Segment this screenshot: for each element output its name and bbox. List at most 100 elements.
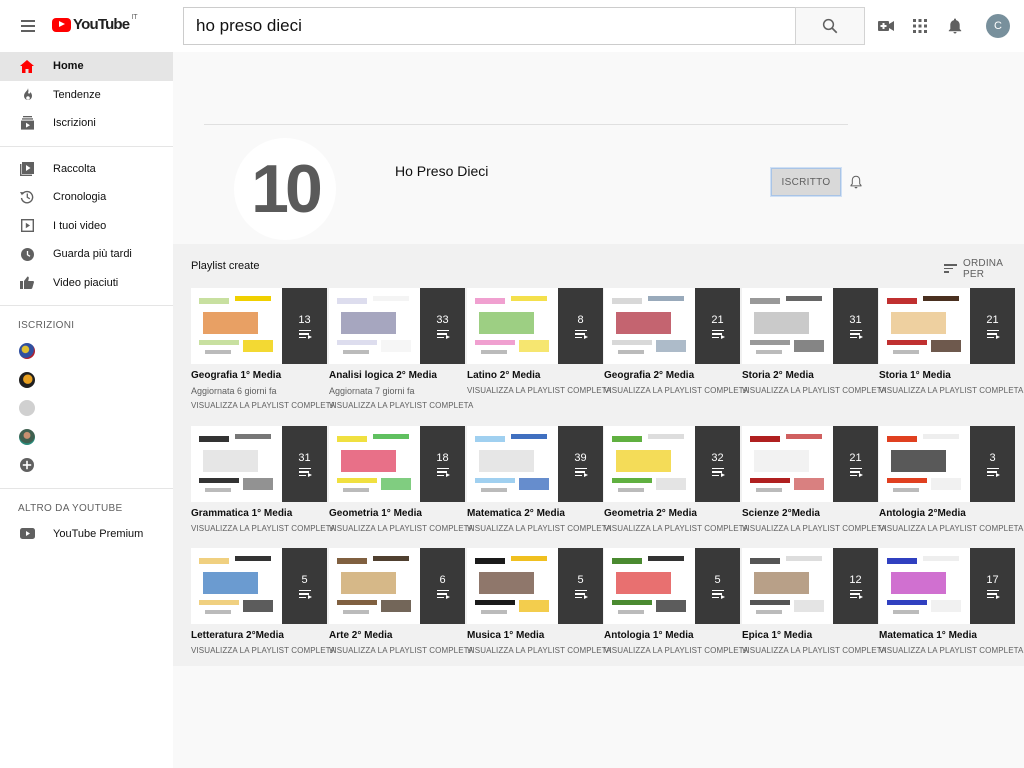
playlist-title[interactable]: Antologia 1° Media	[604, 630, 740, 641]
view-full-playlist-link[interactable]: VISUALIZZA LA PLAYLIST COMPLETA	[742, 646, 886, 655]
playlist-title[interactable]: Arte 2° Media	[329, 630, 465, 641]
view-full-playlist-link[interactable]: VISUALIZZA LA PLAYLIST COMPLETA	[604, 386, 748, 395]
playlist-thumbnail[interactable]: 8	[467, 288, 603, 364]
view-full-playlist-link[interactable]: VISUALIZZA LA PLAYLIST COMPLETA	[604, 524, 748, 533]
playlist-thumbnail[interactable]: 33	[329, 288, 465, 364]
sidebar-item-liked-videos[interactable]: Video piaciuti	[0, 269, 173, 298]
playlist-title[interactable]: Epica 1° Media	[742, 630, 878, 641]
playlist-thumbnail[interactable]: 12	[742, 548, 878, 624]
channel-avatar-large[interactable]: 10	[234, 138, 336, 240]
playlist-thumbnail[interactable]: 31	[742, 288, 878, 364]
sidebar-item-your-videos[interactable]: I tuoi video	[0, 212, 173, 241]
playlist-thumbnail[interactable]: 21	[742, 426, 878, 502]
playlist-title[interactable]: Grammatica 1° Media	[191, 508, 327, 519]
playlist-thumbnail[interactable]: 5	[604, 548, 740, 624]
sidebar-item-library[interactable]: Raccolta	[0, 155, 173, 184]
playlist-card[interactable]: 33 Analisi logica 2° Media Aggiornata 7 gi…	[329, 288, 473, 410]
playlist-title[interactable]: Storia 1° Media	[879, 370, 1015, 381]
playlist-title[interactable]: Matematica 2° Media	[467, 508, 603, 519]
view-full-playlist-link[interactable]: VISUALIZZA LA PLAYLIST COMPLETA	[329, 401, 473, 410]
playlist-thumbnail[interactable]: 21	[604, 288, 740, 364]
sort-button[interactable]: ORDINA PER	[944, 258, 1024, 280]
playlist-card[interactable]: 32 Geometria 2° Media VISUALIZZA LA PLAYLI…	[604, 426, 748, 533]
menu-icon[interactable]	[16, 14, 40, 38]
browse-channels-button[interactable]	[0, 451, 173, 480]
playlist-card[interactable]: 13 Geografia 1° Media Aggiornata 6 giorni …	[191, 288, 335, 410]
view-full-playlist-link[interactable]: VISUALIZZA LA PLAYLIST COMPLETA	[879, 646, 1023, 655]
playlist-title[interactable]: Scienze 2°Media	[742, 508, 878, 519]
view-full-playlist-link[interactable]: VISUALIZZA LA PLAYLIST COMPLETA	[191, 524, 335, 533]
playlist-title[interactable]: Musica 1° Media	[467, 630, 603, 641]
subscription-channel[interactable]	[0, 423, 173, 452]
playlist-thumbnail[interactable]: 17	[879, 548, 1015, 624]
playlist-card[interactable]: 21 Scienze 2°Media VISUALIZZA LA PLAYLIST …	[742, 426, 886, 533]
playlist-card[interactable]: 5 Letteratura 2°Media VISUALIZZA LA PLAYLI…	[191, 548, 335, 655]
search-input[interactable]: ho preso dieci	[183, 7, 796, 45]
playlist-title[interactable]: Geografia 1° Media	[191, 370, 327, 381]
playlist-title[interactable]: Geografia 2° Media	[604, 370, 740, 381]
view-full-playlist-link[interactable]: VISUALIZZA LA PLAYLIST COMPLETA	[742, 386, 886, 395]
subscribed-button[interactable]: ISCRITTO	[770, 167, 842, 197]
view-full-playlist-link[interactable]: VISUALIZZA LA PLAYLIST COMPLETA	[879, 386, 1023, 395]
playlist-thumbnail[interactable]: 13	[191, 288, 327, 364]
view-full-playlist-link[interactable]: VISUALIZZA LA PLAYLIST COMPLETA	[879, 524, 1023, 533]
playlist-thumbnail[interactable]: 32	[604, 426, 740, 502]
playlist-title[interactable]: Matematica 1° Media	[879, 630, 1015, 641]
playlist-thumbnail[interactable]: 5	[191, 548, 327, 624]
playlist-title[interactable]: Letteratura 2°Media	[191, 630, 327, 641]
playlist-title[interactable]: Analisi logica 2° Media	[329, 370, 465, 381]
view-full-playlist-link[interactable]: VISUALIZZA LA PLAYLIST COMPLETA	[329, 524, 473, 533]
playlist-card[interactable]: 31 Storia 2° Media VISUALIZZA LA PLAYLIST …	[742, 288, 886, 395]
subscription-channel[interactable]	[0, 337, 173, 366]
sidebar-item-watch-later[interactable]: Guarda più tardi	[0, 240, 173, 269]
playlist-card[interactable]: 18 Geometria 1° Media VISUALIZZA LA PLAYLI…	[329, 426, 473, 533]
view-full-playlist-link[interactable]: VISUALIZZA LA PLAYLIST COMPLETA	[467, 386, 611, 395]
playlist-card[interactable]: 39 Matematica 2° Media VISUALIZZA LA PLAYL…	[467, 426, 611, 533]
playlist-thumbnail[interactable]: 6	[329, 548, 465, 624]
playlist-thumbnail[interactable]: 5	[467, 548, 603, 624]
playlist-title[interactable]: Storia 2° Media	[742, 370, 878, 381]
apps-button[interactable]	[908, 14, 932, 38]
sidebar-item-subscriptions[interactable]: Iscrizioni	[0, 109, 173, 138]
playlist-count-overlay: 13	[282, 288, 327, 364]
playlist-card[interactable]: 17 Matematica 1° Media VISUALIZZA LA PLAYL…	[879, 548, 1023, 655]
view-full-playlist-link[interactable]: VISUALIZZA LA PLAYLIST COMPLETA	[329, 646, 473, 655]
playlist-title[interactable]: Geometria 2° Media	[604, 508, 740, 519]
playlist-card[interactable]: 6 Arte 2° Media VISUALIZZA LA PLAYLIST COM…	[329, 548, 473, 655]
playlist-title[interactable]: Latino 2° Media	[467, 370, 603, 381]
view-full-playlist-link[interactable]: VISUALIZZA LA PLAYLIST COMPLETA	[742, 524, 886, 533]
playlist-card[interactable]: 8 Latino 2° Media VISUALIZZA LA PLAYLIST C…	[467, 288, 611, 395]
view-full-playlist-link[interactable]: VISUALIZZA LA PLAYLIST COMPLETA	[191, 401, 335, 410]
view-full-playlist-link[interactable]: VISUALIZZA LA PLAYLIST COMPLETA	[467, 646, 611, 655]
sidebar-item-trending[interactable]: Tendenze	[0, 81, 173, 110]
view-full-playlist-link[interactable]: VISUALIZZA LA PLAYLIST COMPLETA	[467, 524, 611, 533]
playlist-card[interactable]: 12 Epica 1° Media VISUALIZZA LA PLAYLIST C…	[742, 548, 886, 655]
playlist-title[interactable]: Geometria 1° Media	[329, 508, 465, 519]
sidebar-item-history[interactable]: Cronologia	[0, 183, 173, 212]
youtube-logo[interactable]: YouTube IT	[52, 14, 138, 33]
playlist-card[interactable]: 21 Storia 1° Media VISUALIZZA LA PLAYLIST …	[879, 288, 1023, 395]
playlist-card[interactable]: 21 Geografia 2° Media VISUALIZZA LA PLAYLI…	[604, 288, 748, 395]
playlist-thumbnail[interactable]: 31	[191, 426, 327, 502]
playlist-thumbnail[interactable]: 39	[467, 426, 603, 502]
notifications-button[interactable]	[943, 14, 967, 38]
playlist-card[interactable]: 5 Musica 1° Media VISUALIZZA LA PLAYLIST C…	[467, 548, 611, 655]
subscription-channel[interactable]	[0, 394, 173, 423]
playlist-thumbnail[interactable]: 18	[329, 426, 465, 502]
playlist-title[interactable]: Antologia 2°Media	[879, 508, 1015, 519]
account-avatar[interactable]: C	[986, 14, 1010, 38]
channel-notifications-button[interactable]	[850, 175, 864, 189]
subscription-channel[interactable]	[0, 366, 173, 395]
playlist-thumbnail[interactable]: 3	[879, 426, 1015, 502]
create-video-button[interactable]	[874, 14, 898, 38]
search-button[interactable]	[795, 7, 865, 45]
view-full-playlist-link[interactable]: VISUALIZZA LA PLAYLIST COMPLETA	[604, 646, 748, 655]
playlist-thumbnail[interactable]: 21	[879, 288, 1015, 364]
playlist-card[interactable]: 5 Antologia 1° Media VISUALIZZA LA PLAYLIS…	[604, 548, 748, 655]
playlist-card[interactable]: 3 Antologia 2°Media VISUALIZZA LA PLAYLIST…	[879, 426, 1023, 533]
view-full-playlist-link[interactable]: VISUALIZZA LA PLAYLIST COMPLETA	[191, 646, 335, 655]
playlist-card[interactable]: 31 Grammatica 1° Media VISUALIZZA LA PLAYL…	[191, 426, 335, 533]
sidebar-item-home[interactable]: Home	[0, 52, 173, 81]
sidebar-item-youtube-premium[interactable]: YouTube Premium	[0, 520, 173, 549]
video-count: 21	[849, 451, 862, 464]
